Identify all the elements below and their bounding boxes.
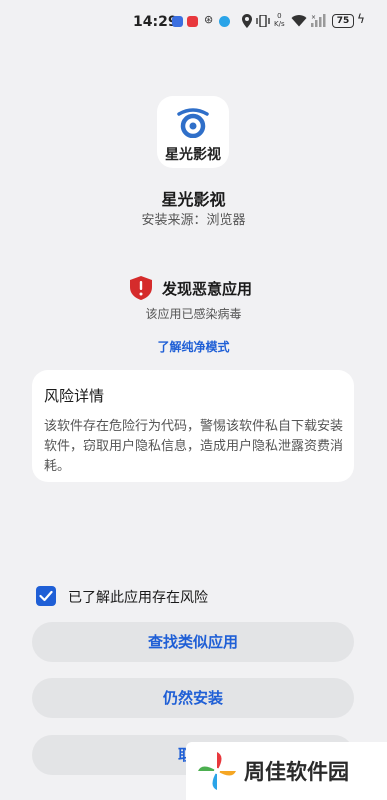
svg-text:×: × — [311, 14, 316, 21]
acknowledge-checkbox[interactable] — [36, 586, 56, 606]
install-source: 安装来源：浏览器 — [141, 213, 246, 228]
install-anyway-button[interactable]: 仍然安装 — [32, 678, 354, 718]
shield-alert-icon — [130, 276, 152, 300]
risk-details-description: 该软件存在危险行为代码，警惕该软件私自下载安装软件，窃取用户隐私信息，造成用户隐… — [44, 419, 344, 474]
notification-app-icon — [187, 16, 198, 27]
risk-details-card: 风险详情 该软件存在危险行为代码，警惕该软件私自下载安装软件，窃取用户隐私信息，… — [32, 370, 354, 482]
app-name: 星光影视 — [161, 190, 226, 209]
site-watermark: 周佳软件园 — [186, 742, 387, 800]
location-icon — [242, 14, 252, 28]
risk-details-title: 风险详情 — [44, 387, 105, 405]
notification-icon: ⊛ — [204, 13, 214, 26]
notification-app-icon — [219, 16, 230, 27]
pinwheel-logo-icon — [198, 752, 236, 790]
vibrate-icon — [256, 15, 270, 27]
warning-subtitle: 该应用已感染病毒 — [145, 307, 242, 321]
acknowledge-label: 已了解此应用存在风险 — [68, 590, 208, 606]
app-logo-icon — [177, 108, 209, 138]
watermark-text: 周佳软件园 — [244, 760, 349, 784]
app-icon-label: 星光影视 — [165, 147, 221, 163]
charging-icon: ϟ — [357, 12, 365, 26]
battery-indicator: 75 — [332, 14, 354, 28]
network-speed: 0 K/s — [274, 12, 285, 28]
app-icon: 星光影视 — [157, 96, 229, 168]
learn-pure-mode-link[interactable]: 了解纯净模式 — [0, 338, 387, 355]
find-similar-apps-button[interactable]: 查找类似应用 — [32, 622, 354, 662]
checkmark-icon — [39, 590, 53, 602]
wifi-icon — [291, 15, 307, 27]
signal-icon: × — [311, 14, 326, 27]
clock: 14:29 — [133, 14, 178, 30]
notification-app-icon — [172, 16, 183, 27]
warning-title: 发现恶意应用 — [162, 280, 253, 298]
status-bar: 14:29 ⊛ 0 K/s × 75 ϟ — [0, 0, 387, 44]
